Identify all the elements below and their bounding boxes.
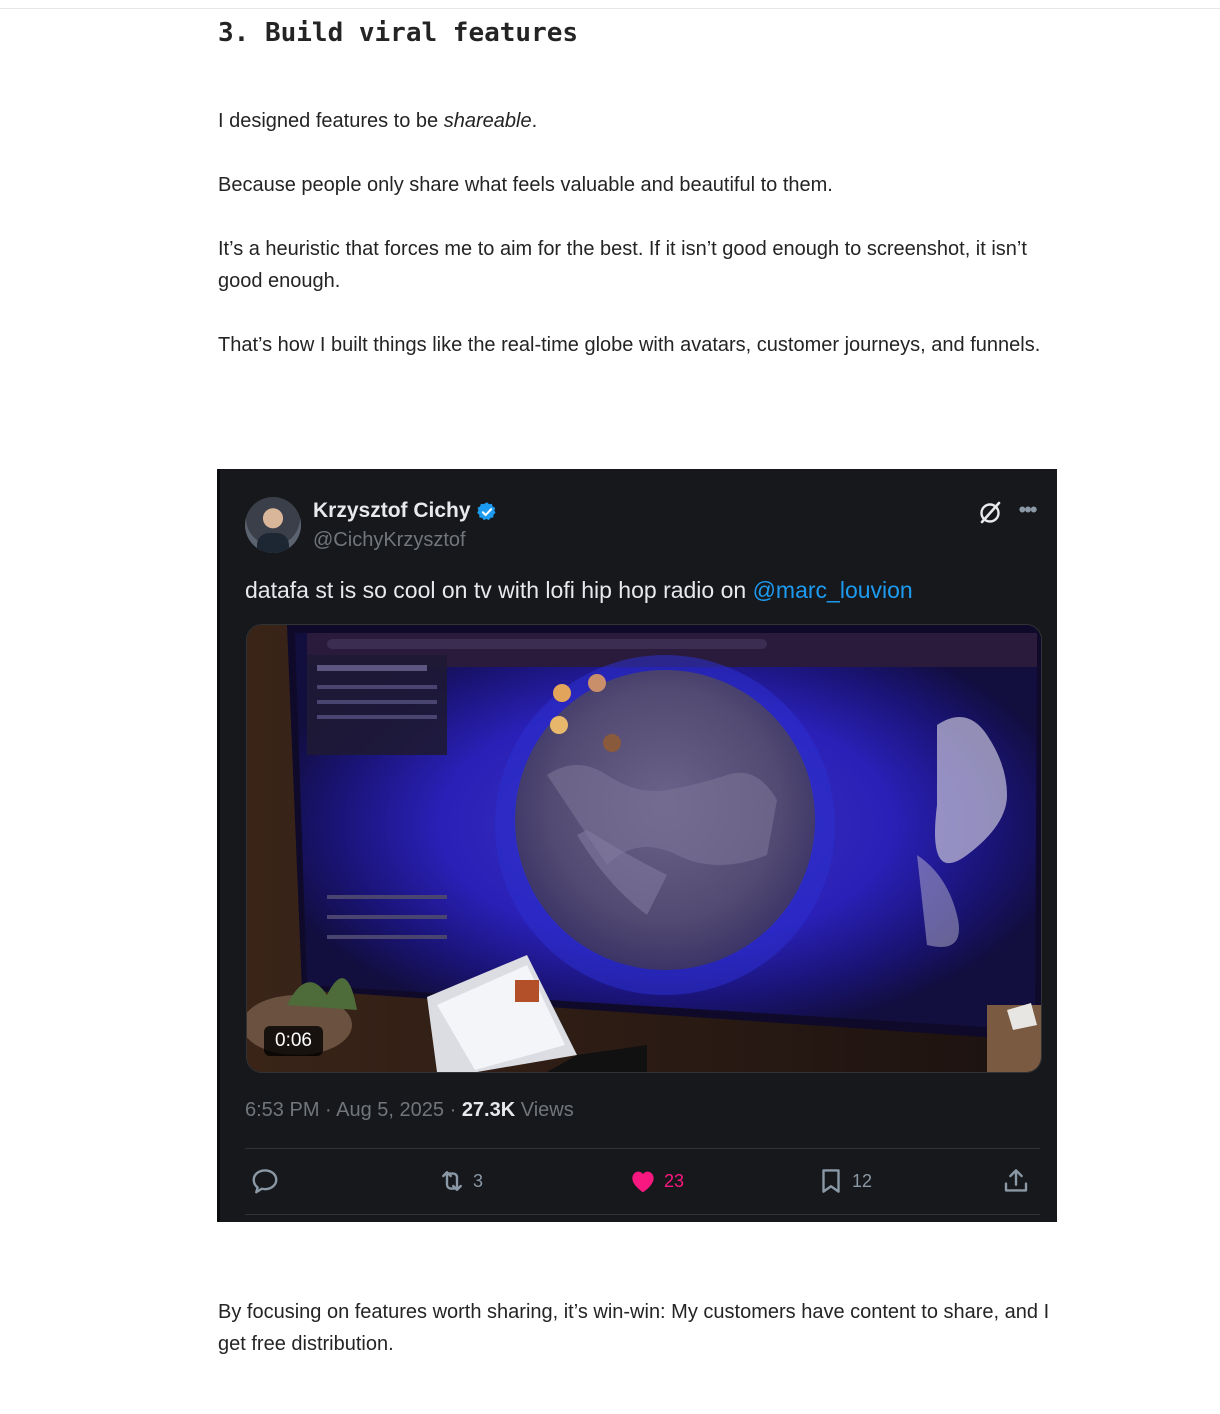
tweet-video[interactable]: 0:06 <box>246 624 1042 1073</box>
paragraph-valuable: Because people only share what feels val… <box>218 174 833 196</box>
top-divider <box>0 8 1220 9</box>
meta-separator: · <box>444 1099 462 1121</box>
views-label: Views <box>520 1099 574 1121</box>
tweet-time[interactable]: 6:53 PM <box>245 1099 319 1121</box>
like-count: 23 <box>664 1170 685 1191</box>
share-icon <box>1004 1169 1028 1192</box>
divider <box>245 1214 1040 1215</box>
reply-icon <box>252 1169 278 1194</box>
meta-separator: · <box>319 1099 337 1121</box>
verified-badge-icon <box>477 502 496 521</box>
bookmark-count: 12 <box>852 1170 873 1191</box>
tweet-date[interactable]: Aug 5, 2025 <box>336 1099 444 1121</box>
author-handle[interactable]: @CichyKrzysztof <box>313 526 466 554</box>
video-thumbnail <box>247 625 1041 1072</box>
section-heading: 3. Build viral features <box>218 18 579 48</box>
mention-link[interactable]: @marc_louvion <box>753 577 913 603</box>
emphasis-text: shareable <box>443 110 532 132</box>
like-button[interactable]: 23 <box>628 1166 684 1196</box>
embedded-tweet[interactable]: Krzysztof Cichy @CichyKrzysztof ••• data… <box>217 469 1057 1222</box>
heart-icon <box>632 1171 654 1193</box>
retweet-icon <box>442 1171 462 1191</box>
bookmark-icon <box>822 1169 840 1193</box>
author-name[interactable]: Krzysztof Cichy <box>313 497 471 525</box>
paragraph-heuristic: It’s a heuristic that forces me to aim f… <box>218 238 1027 292</box>
share-button[interactable] <box>1001 1166 1031 1196</box>
retweet-button[interactable]: 3 <box>437 1166 483 1196</box>
paragraph-text: I designed features to be <box>218 110 444 132</box>
views-count: 27.3K <box>461 1099 516 1121</box>
tweet-text-body: datafa st is so cool on tv with lofi hip… <box>245 577 753 603</box>
divider <box>245 1148 1040 1149</box>
paragraph-shareable: I designed features to be shareable. <box>218 105 1058 137</box>
video-duration: 0:06 <box>264 1026 323 1056</box>
author-avatar[interactable] <box>245 497 301 553</box>
grok-icon[interactable] <box>977 499 1003 525</box>
paragraph-text: . <box>531 110 538 132</box>
tweet-text: datafa st is so cool on tv with lofi hip… <box>245 573 1035 607</box>
tweet-meta: 6:53 PM · Aug 5, 2025 · 27.3K Views <box>245 1096 574 1124</box>
paragraph-globe: That’s how I built things like the real-… <box>218 334 1041 356</box>
retweet-count: 3 <box>473 1170 484 1191</box>
bookmark-button[interactable]: 12 <box>816 1166 872 1196</box>
paragraph-win-win: By focusing on features worth sharing, i… <box>218 1301 1050 1355</box>
reply-button[interactable] <box>250 1166 280 1196</box>
more-icon[interactable]: ••• <box>1015 497 1039 523</box>
